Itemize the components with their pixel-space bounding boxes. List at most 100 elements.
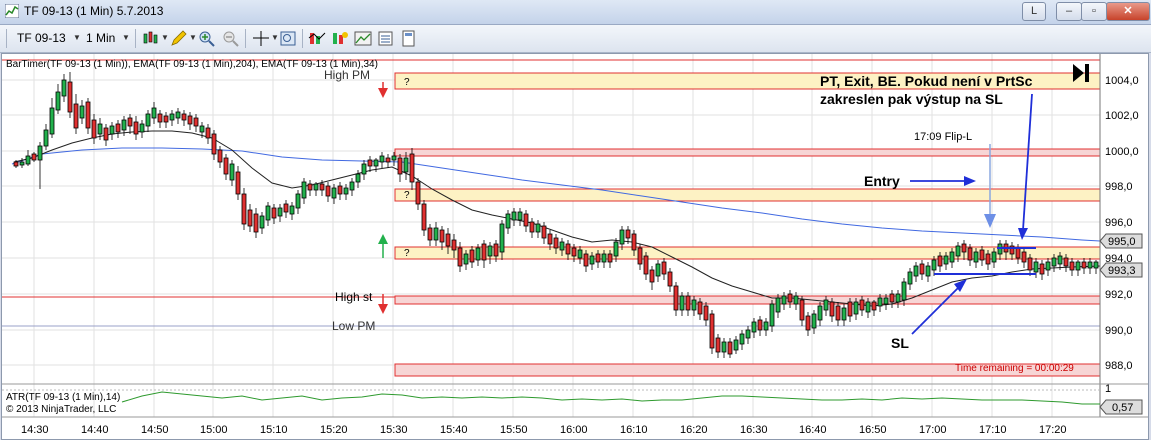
candle-body [811, 313, 817, 329]
candle-body [955, 245, 961, 257]
candle-body [493, 243, 499, 257]
candle-body [331, 187, 337, 199]
candle-body [799, 299, 805, 321]
toolbar-separator [245, 29, 246, 48]
crosshair-icon[interactable] [252, 30, 270, 47]
candle-body [937, 255, 943, 267]
price-label: 998,0 [1105, 181, 1133, 193]
candle-body [301, 181, 307, 199]
candle-body [871, 301, 877, 311]
candle-body [547, 233, 553, 245]
candle-body [619, 229, 625, 245]
candle-body [685, 295, 691, 311]
candle-body [817, 305, 823, 321]
close-button[interactable]: ✕ [1106, 2, 1150, 21]
candle-body [1093, 261, 1099, 269]
candle-body [313, 183, 319, 191]
time-label: 15:20 [320, 424, 348, 436]
properties-icon[interactable] [377, 30, 395, 47]
candle-body [655, 263, 661, 277]
candle-body [1063, 257, 1069, 267]
candle-body [1027, 257, 1033, 271]
candle-body [643, 255, 649, 275]
price-label: 990,0 [1105, 325, 1133, 337]
chevron-down-icon[interactable]: ▼ [189, 33, 197, 42]
templates-icon[interactable] [400, 30, 418, 47]
chevron-down-icon[interactable]: ▼ [161, 33, 169, 42]
candle-body [139, 123, 145, 133]
candle-body [739, 333, 745, 345]
candle-body [271, 207, 277, 219]
candle-body [649, 269, 655, 283]
candle-body [637, 247, 643, 265]
chart-window: TF 09-13 (1 Min) 5.7.2013 L – ▫ ✕ TF 09-… [0, 0, 1151, 440]
candle-body [991, 251, 997, 263]
ema-34-line [13, 130, 1101, 307]
price-axis: 1004,0 1002,0 1000,0 998,0 996,0 994,0 9… [1099, 54, 1143, 417]
chevron-down-icon[interactable]: ▼ [122, 33, 130, 42]
candle-body [343, 187, 349, 195]
candle-body [733, 339, 739, 351]
candle-body [529, 221, 535, 233]
candle-body [709, 313, 715, 349]
candle-body [523, 213, 529, 227]
time-label: 16:10 [620, 424, 648, 436]
time-label: 16:50 [859, 424, 887, 436]
candle-body [265, 205, 271, 221]
zone-998 [394, 188, 1101, 202]
minimize-button[interactable]: – [1056, 2, 1082, 21]
candle-body [961, 243, 967, 253]
drawing-pencil-icon[interactable] [170, 30, 188, 47]
candle-body [391, 155, 397, 161]
link-button[interactable]: L [1022, 2, 1046, 21]
candle-body [181, 113, 187, 121]
price-label: 1002,0 [1105, 110, 1139, 122]
candle-body [577, 249, 583, 259]
candle-body [97, 123, 103, 135]
bar-type-icon[interactable] [142, 30, 160, 47]
indicators-icon[interactable] [308, 30, 326, 47]
instrument-selector[interactable]: TF 09-13 [17, 31, 66, 45]
chart-image-icon[interactable] [354, 30, 372, 47]
data-box-icon[interactable] [279, 30, 297, 47]
time-label: 14:40 [81, 424, 109, 436]
candle-body [403, 157, 409, 173]
candle-body [583, 253, 589, 267]
candle-body [1069, 261, 1075, 271]
title-bar[interactable]: TF 09-13 (1 Min) 5.7.2013 L – ▫ ✕ [0, 0, 1151, 25]
zoom-in-icon[interactable] [198, 30, 216, 47]
price-chart[interactable]: ? ? ? High PM High st Low PM PT, Exit, B… [2, 54, 1148, 439]
interval-selector[interactable]: 1 Min [86, 31, 115, 45]
candle-body [721, 341, 727, 353]
candle-body [325, 185, 331, 197]
candle-body [163, 115, 169, 123]
candle-body [205, 127, 211, 139]
zone-1000 [394, 148, 1101, 157]
zoom-out-icon[interactable] [222, 30, 240, 47]
candle-body [631, 233, 637, 251]
zone-marker: ? [404, 248, 410, 259]
candle-body [535, 223, 541, 233]
atr-line [121, 391, 1100, 405]
candle-body [379, 155, 385, 163]
candle-body [841, 307, 847, 321]
strategies-icon[interactable] [331, 30, 349, 47]
arrow-down-icon [378, 304, 388, 314]
candle-body [679, 295, 685, 311]
maximize-button[interactable]: ▫ [1081, 2, 1107, 21]
candle-body [967, 247, 973, 261]
atr-header: ATR(TF 09-13 (1 Min),14) [6, 392, 120, 403]
candle-body [919, 263, 925, 275]
candle-body [985, 253, 991, 265]
chevron-down-icon[interactable]: ▼ [73, 33, 81, 42]
time-label: 16:00 [560, 424, 588, 436]
candle-body [769, 303, 775, 327]
candle-body [559, 241, 565, 251]
candle-body [505, 213, 511, 229]
candle-body [121, 119, 127, 131]
candle-body [913, 265, 919, 277]
price-label: 1000,0 [1105, 146, 1139, 158]
chart-panel[interactable]: ? ? ? High PM High st Low PM PT, Exit, B… [1, 53, 1149, 440]
chevron-down-icon[interactable]: ▼ [271, 33, 279, 42]
zone-marker: ? [404, 77, 410, 88]
